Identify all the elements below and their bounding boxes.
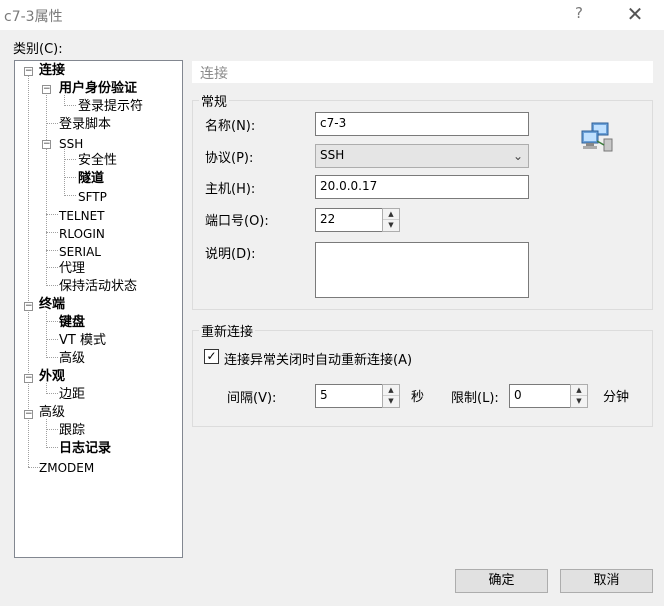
tree-item-proxy[interactable]: 代理 xyxy=(59,261,85,277)
window-title: c7-3属性 xyxy=(4,9,63,25)
host-label: 主机(H): xyxy=(205,182,256,197)
limit-stepper[interactable]: ▲ ▼ xyxy=(570,384,588,408)
auto-reconnect-checkbox[interactable]: ✓ xyxy=(204,349,219,364)
tree-item-security[interactable]: 安全性 xyxy=(78,153,117,169)
tree-item-login-script[interactable]: 登录脚本 xyxy=(59,117,111,133)
close-icon[interactable]: ✕ xyxy=(620,1,650,27)
collapse-advanced-icon[interactable]: − xyxy=(24,410,33,419)
title-bar: c7-3属性 ? ✕ xyxy=(0,0,664,30)
minutes-unit: 分钟 xyxy=(603,390,630,405)
collapse-user-auth-icon[interactable]: − xyxy=(42,85,51,94)
cancel-button[interactable]: 取消 xyxy=(560,569,653,593)
tree-item-margin[interactable]: 边距 xyxy=(59,387,85,403)
help-icon[interactable]: ? xyxy=(571,4,587,22)
tree-item-telnet[interactable]: TELNET xyxy=(59,208,105,224)
reconnect-group xyxy=(192,330,653,427)
port-field[interactable]: 22 xyxy=(315,208,383,232)
interval-stepper[interactable]: ▲ ▼ xyxy=(382,384,400,408)
category-tree[interactable]: − − − − − − 连接 用户身份验证 登录提示符 登录脚本 SSH 安全性… xyxy=(14,60,183,558)
tree-item-tunnel[interactable]: 隧道 xyxy=(78,171,104,187)
category-label: 类别(C): xyxy=(13,42,63,57)
limit-field[interactable]: 0 xyxy=(509,384,571,408)
interval-field[interactable]: 5 xyxy=(315,384,383,408)
panel-header: 连接 xyxy=(192,61,653,83)
tree-item-keepalive[interactable]: 保持活动状态 xyxy=(59,279,137,295)
interval-label: 间隔(V): xyxy=(227,391,277,406)
seconds-unit: 秒 xyxy=(411,390,425,405)
host-field[interactable]: 20.0.0.17 xyxy=(315,175,529,199)
tree-item-connection[interactable]: 连接 xyxy=(39,63,66,79)
tree-item-advanced[interactable]: 高级 xyxy=(39,405,65,421)
spin-up-icon[interactable]: ▲ xyxy=(383,385,399,396)
collapse-ssh-icon[interactable]: − xyxy=(42,140,51,149)
spin-up-icon[interactable]: ▲ xyxy=(383,209,399,220)
tree-item-logging[interactable]: 日志记录 xyxy=(59,441,111,457)
tree-item-keyboard[interactable]: 键盘 xyxy=(59,315,85,331)
tree-item-rlogin[interactable]: RLOGIN xyxy=(59,226,105,242)
description-label: 说明(D): xyxy=(205,247,256,262)
tree-item-trace[interactable]: 跟踪 xyxy=(59,423,85,439)
tree-item-login-prompt[interactable]: 登录提示符 xyxy=(78,99,143,115)
general-group-title: 常规 xyxy=(199,91,230,110)
spin-down-icon[interactable]: ▼ xyxy=(383,220,399,231)
port-label: 端口号(O): xyxy=(205,214,269,229)
limit-label: 限制(L): xyxy=(451,391,499,406)
tree-item-ssh[interactable]: SSH xyxy=(59,136,83,152)
reconnect-group-title: 重新连接 xyxy=(199,321,256,340)
tree-item-user-auth[interactable]: 用户身份验证 xyxy=(59,81,137,97)
protocol-label: 协议(P): xyxy=(205,151,254,166)
tree-item-vt-mode[interactable]: VT 模式 xyxy=(59,333,106,349)
collapse-appearance-icon[interactable]: − xyxy=(24,374,33,383)
chevron-down-icon: ⌄ xyxy=(512,149,523,163)
tree-item-serial[interactable]: SERIAL xyxy=(59,244,101,260)
spin-down-icon[interactable]: ▼ xyxy=(383,396,399,407)
tree-item-sftp[interactable]: SFTP xyxy=(78,189,107,205)
tree-item-terminal[interactable]: 终端 xyxy=(39,297,65,313)
collapse-terminal-icon[interactable]: − xyxy=(24,302,33,311)
port-stepper[interactable]: ▲ ▼ xyxy=(382,208,400,232)
name-field[interactable]: c7-3 xyxy=(315,112,529,136)
tree-item-zmodem[interactable]: ZMODEM xyxy=(39,460,94,476)
spin-down-icon[interactable]: ▼ xyxy=(571,396,587,407)
tree-item-terminal-advanced[interactable]: 高级 xyxy=(59,351,85,367)
tree-item-appearance[interactable]: 外观 xyxy=(39,369,65,385)
ok-button[interactable]: 确定 xyxy=(455,569,548,593)
auto-reconnect-label[interactable]: 连接异常关闭时自动重新连接(A) xyxy=(224,349,412,368)
protocol-select[interactable]: SSH ⌄ xyxy=(315,144,529,168)
collapse-connection-icon[interactable]: − xyxy=(24,67,33,76)
network-computers-icon xyxy=(581,122,613,152)
description-field[interactable] xyxy=(315,242,529,298)
name-label: 名称(N): xyxy=(205,119,256,134)
spin-up-icon[interactable]: ▲ xyxy=(571,385,587,396)
protocol-value: SSH xyxy=(320,148,345,162)
